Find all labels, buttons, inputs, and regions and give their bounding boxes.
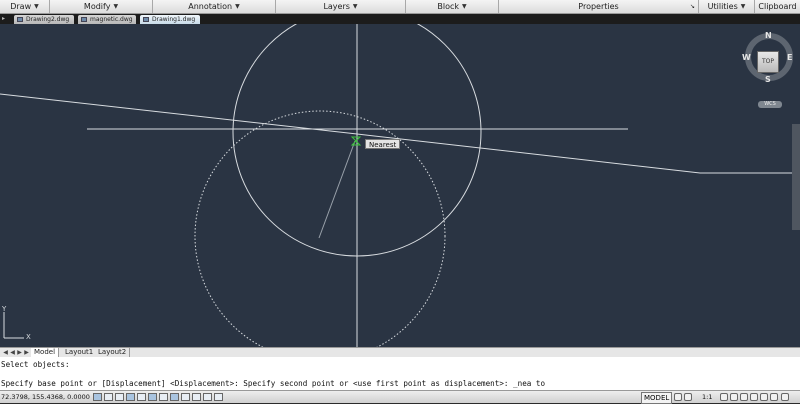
coordinate-readout[interactable]: 72.3798, 155.4368, 0.0000	[1, 392, 90, 403]
viewcube[interactable]: TOP N S E W	[741, 29, 797, 85]
object-snap-tracking-icon[interactable]	[170, 393, 179, 401]
layout-tab-layout1[interactable]: Layout1	[62, 348, 98, 357]
dwg-file-icon	[17, 17, 23, 22]
compass-west[interactable]: W	[742, 53, 751, 62]
3d-object-snap-icon[interactable]	[159, 393, 168, 401]
panel-layers[interactable]: Layers ▼	[276, 0, 406, 13]
tabs-menu-icon[interactable]: ▸	[2, 15, 5, 22]
quick-view-drawings-icon[interactable]	[684, 393, 692, 401]
ucs-x-label: X	[26, 333, 31, 341]
lock-icon[interactable]	[740, 393, 748, 401]
transparency-icon[interactable]	[214, 393, 223, 401]
dwg-file-icon	[81, 17, 87, 22]
polar-tracking-icon[interactable]	[137, 393, 146, 401]
ucs-icon: Y X	[1, 305, 31, 341]
dwg-file-icon	[143, 17, 149, 22]
dynamic-input-icon[interactable]	[192, 393, 201, 401]
sloped-polyline[interactable]	[0, 93, 800, 174]
prev-layout-icon[interactable]: ◀	[9, 349, 16, 356]
layout-tabs-bar: ◀ ◀ ▶ ▶ Model Layout1 Layout2	[0, 347, 800, 357]
viewcube-top-face[interactable]: TOP	[757, 51, 779, 73]
chevron-down-icon: ▼	[352, 3, 358, 10]
command-line[interactable]: Select objects: Specify base point or [D…	[0, 357, 800, 390]
workspace-switching-icon[interactable]	[730, 393, 738, 401]
ucs-y-label: Y	[1, 305, 7, 313]
file-tab-drawing1[interactable]: Drawing1.dwg	[140, 15, 200, 24]
panel-block[interactable]: Block ▼	[406, 0, 499, 13]
file-tabs-bar: ▸ Drawing2.dwg magnetic.dwg Drawing1.dwg	[0, 14, 800, 24]
chevron-down-icon: ▼	[34, 3, 39, 10]
hardware-acceleration-icon[interactable]	[750, 393, 758, 401]
isolate-objects-icon[interactable]	[760, 393, 768, 401]
lineweight-icon[interactable]	[203, 393, 212, 401]
ortho-mode-icon[interactable]	[126, 393, 135, 401]
ribbon-panel-bar: Draw ▼ Modify ▼ Annotation ▼ Layers ▼ Block ▼…	[0, 0, 800, 14]
quick-view-layouts-icon[interactable]	[674, 393, 682, 401]
drawing-canvas[interactable]: Y X	[0, 24, 800, 347]
next-layout-icon[interactable]: ▶	[16, 349, 23, 356]
panel-draw[interactable]: Draw ▼	[0, 0, 50, 13]
panel-clipboard[interactable]: Clipboard	[755, 0, 800, 13]
panel-modify[interactable]: Modify ▼	[50, 0, 153, 13]
file-tab-drawing2[interactable]: Drawing2.dwg	[14, 15, 74, 24]
compass-south[interactable]: S	[765, 75, 771, 84]
panel-annotation[interactable]: Annotation ▼	[153, 0, 276, 13]
panel-properties[interactable]: Properties ↘	[499, 0, 699, 13]
clean-screen-icon[interactable]	[781, 393, 789, 401]
rubberband-line	[318, 140, 356, 239]
layout-tab-layout2[interactable]: Layout2	[95, 348, 131, 357]
chevron-down-icon: ▼	[235, 3, 240, 10]
chevron-down-icon: ▼	[462, 3, 467, 10]
preview-circle	[194, 110, 446, 347]
command-prompt[interactable]: Specify base point or [Displacement] <Di…	[1, 379, 545, 388]
wcs-menu[interactable]: WCS	[758, 101, 782, 108]
compass-east[interactable]: E	[787, 53, 792, 62]
snap-mode-icon[interactable]	[104, 393, 113, 401]
compass-north[interactable]: N	[765, 31, 772, 40]
infer-constraints-icon[interactable]	[93, 393, 102, 401]
grid-display-icon[interactable]	[115, 393, 124, 401]
drawing-geometry: Y X	[0, 24, 800, 347]
chevron-down-icon: ▼	[740, 3, 746, 10]
allow-disallow-ucs-icon[interactable]	[181, 393, 190, 401]
chevron-down-icon: ▼	[113, 3, 119, 10]
annotation-visibility-icon[interactable]	[720, 393, 728, 401]
annotation-scale[interactable]: 1:1	[702, 392, 712, 403]
osnap-tooltip: Nearest	[365, 139, 401, 149]
first-layout-icon[interactable]: ◀	[2, 349, 9, 356]
model-space-button[interactable]: MODEL	[641, 392, 673, 404]
object-snap-icon[interactable]	[148, 393, 157, 401]
status-bar: 72.3798, 155.4368, 0.0000 MODEL 1:1	[0, 390, 800, 404]
layout-tab-model[interactable]: Model	[31, 348, 60, 357]
last-layout-icon[interactable]: ▶	[23, 349, 30, 356]
file-tab-magnetic[interactable]: magnetic.dwg	[78, 15, 136, 24]
navigation-bar[interactable]	[792, 124, 800, 230]
expand-panel-icon[interactable]: ↘	[690, 3, 695, 10]
status-menu-icon[interactable]	[770, 393, 778, 401]
osnap-nearest-marker	[350, 136, 362, 146]
command-history: Select objects:	[1, 360, 70, 369]
panel-utilities[interactable]: Utilities ▼	[699, 0, 755, 13]
